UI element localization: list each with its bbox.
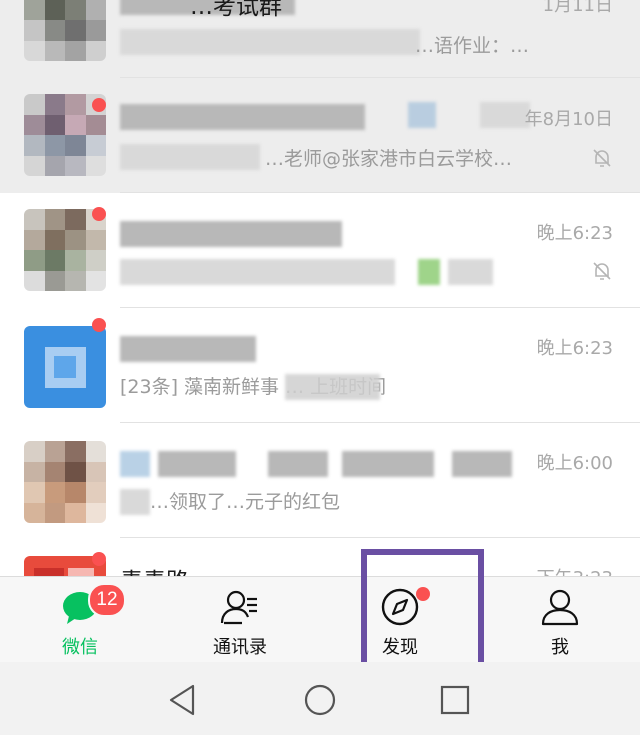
mute-bell-icon (593, 262, 611, 280)
chat-preview: …老师@张家港市白云学校… (265, 148, 513, 170)
tab-me[interactable]: 我 (500, 577, 620, 663)
chat-row-5[interactable]: 青青路 下午3:23 (0, 538, 640, 576)
chat-row-3[interactable]: 晚上6:23 [23条] 藻南新鲜事 … 上班时间 (0, 308, 640, 423)
chat-avatar (24, 326, 106, 408)
tab-contacts[interactable]: 通讯录 (180, 577, 300, 663)
mute-bell-icon (593, 149, 611, 167)
chat-preview: …语作业：… (415, 35, 530, 57)
chat-title: …考试群 (190, 0, 282, 20)
unread-dot (92, 318, 106, 332)
tab-label: 我 (551, 637, 569, 658)
chat-row-4[interactable]: 晚上6:00 …领取了…元子的红包 (0, 423, 640, 538)
unread-dot (92, 207, 106, 221)
chat-title: 青青路 (120, 562, 189, 576)
discover-dot-badge (416, 587, 430, 601)
chat-avatar (24, 441, 106, 523)
chat-time: 1月11日 (542, 0, 613, 16)
compass-icon (381, 588, 419, 626)
chat-avatar (24, 209, 106, 291)
recents-icon[interactable] (435, 680, 475, 720)
wechat-screen: …考试群 …语作业：… 1月11日 年8月10日 …老师@张家港市白云学校… 晚… (0, 0, 640, 735)
back-icon[interactable] (163, 680, 203, 720)
chat-time: 晚上6:23 (536, 223, 613, 244)
tab-bar: 12 微信 通讯录 发现 我 (0, 576, 640, 663)
person-icon (541, 589, 579, 626)
unread-count-badge: 12 (88, 583, 126, 617)
chat-preview: …领取了…元子的红包 (150, 491, 341, 513)
chat-time: 下午3:23 (537, 564, 613, 576)
chat-time: 年8月10日 (524, 109, 613, 130)
chat-avatar (24, 0, 106, 61)
chat-time: 晚上6:23 (536, 338, 613, 359)
unread-dot (92, 552, 106, 566)
chat-row-1[interactable]: 年8月10日 …老师@张家港市白云学校… (0, 78, 640, 193)
tab-label: 发现 (382, 637, 418, 658)
system-nav-bar (0, 662, 640, 735)
chat-time: 晚上6:00 (536, 453, 613, 474)
home-icon[interactable] (300, 680, 340, 720)
unread-dot (92, 98, 106, 112)
contacts-icon (220, 590, 257, 625)
tab-label: 微信 (62, 637, 98, 658)
chat-row-0[interactable]: …考试群 …语作业：… 1月11日 (0, 0, 640, 78)
tab-chats[interactable]: 12 微信 (20, 577, 140, 663)
tab-discover[interactable]: 发现 (340, 577, 460, 663)
chat-list[interactable]: …考试群 …语作业：… 1月11日 年8月10日 …老师@张家港市白云学校… 晚… (0, 0, 640, 576)
chat-row-2[interactable]: 晚上6:23 (0, 193, 640, 308)
tab-label: 通讯录 (213, 637, 267, 658)
